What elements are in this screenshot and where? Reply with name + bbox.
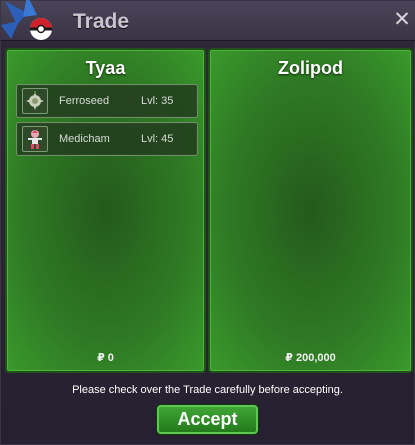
item-level: Lvl: 45: [141, 133, 174, 145]
own-offer-panel: Tyaa Ferroseed Lvl: 35 Medicham Lvl: 45 …: [5, 48, 206, 373]
title-bar[interactable]: Trade ✕: [1, 0, 415, 41]
trade-window: Trade ✕ Tyaa Ferroseed Lvl: 35 Medicham …: [0, 0, 415, 445]
item-name: Ferroseed: [59, 95, 110, 107]
accept-button[interactable]: Accept: [157, 405, 258, 434]
close-icon[interactable]: ✕: [392, 9, 412, 30]
partner-money-offer: ₽ 200,000: [285, 352, 336, 364]
game-logo-icon: [1, 0, 52, 40]
medicham-sprite-icon: [22, 126, 48, 152]
ferroseed-sprite-icon: [22, 88, 48, 114]
partner-player-name: Zolipod: [278, 58, 343, 78]
window-title: Trade: [73, 10, 130, 33]
trade-notice: Please check over the Trade carefully be…: [72, 384, 343, 396]
trade-item-medicham[interactable]: Medicham Lvl: 45: [16, 122, 198, 156]
own-money-offer: ₽ 0: [97, 352, 114, 364]
partner-offer-panel: Zolipod ₽ 200,000: [208, 48, 413, 373]
trade-item-ferroseed[interactable]: Ferroseed Lvl: 35: [16, 84, 198, 118]
item-name: Medicham: [59, 133, 110, 145]
item-level: Lvl: 35: [141, 95, 174, 107]
own-player-name: Tyaa: [85, 58, 126, 78]
